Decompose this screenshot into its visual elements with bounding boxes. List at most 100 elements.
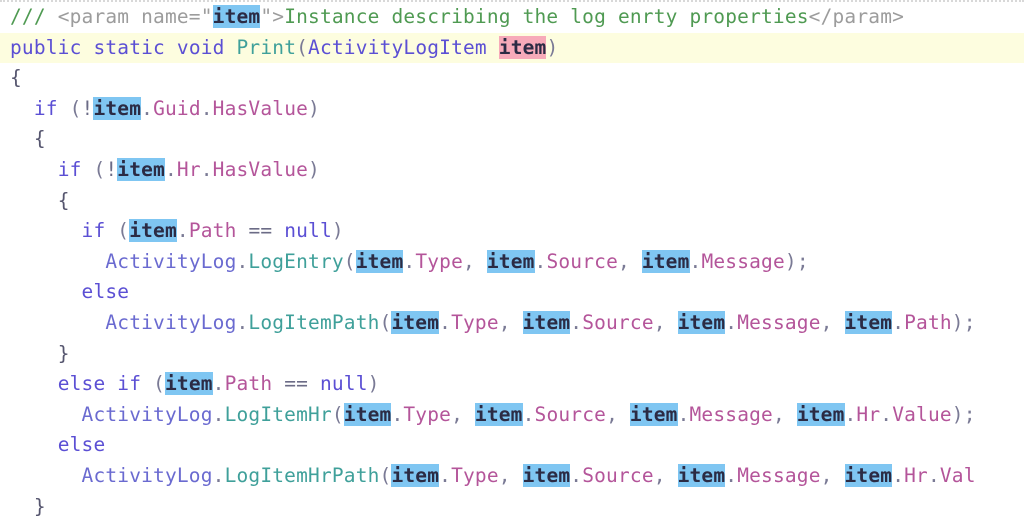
brace-open: { <box>33 127 46 151</box>
method-logentry: LogEntry <box>248 249 344 273</box>
highlighted-definition-item[interactable]: item <box>498 35 547 59</box>
dot: . <box>844 402 857 426</box>
property-hr: Hr <box>176 157 201 181</box>
highlighted-symbol-item[interactable]: item <box>212 5 261 28</box>
code-line: { <box>0 63 1024 94</box>
highlighted-symbol-item[interactable]: item <box>355 249 404 273</box>
keyword-public: public <box>10 35 82 59</box>
highlighted-symbol-item[interactable]: item <box>129 219 177 243</box>
paren-open: ( <box>331 402 344 426</box>
code-line: { <box>0 124 1024 155</box>
code-line-current: public static void Print(ActivityLogItem… <box>0 32 1024 64</box>
comma: , <box>451 402 463 426</box>
code-line: } <box>0 339 1024 370</box>
property-path: Path <box>188 219 237 243</box>
paren-open: ( <box>379 463 392 487</box>
code-line: ActivityLog.LogItemPath(item.Type, item.… <box>0 308 1024 339</box>
code-line: /// <param name="item">Instance describi… <box>0 2 1024 33</box>
paren-open: ( <box>117 219 130 243</box>
highlighted-symbol-item[interactable]: item <box>844 310 893 334</box>
keyword-else: else <box>57 433 106 457</box>
paren-close: ) <box>784 249 797 273</box>
comma: , <box>606 402 618 426</box>
highlighted-symbol-item[interactable]: item <box>93 96 142 120</box>
highlighted-symbol-item[interactable]: item <box>677 463 726 487</box>
paren-open: ( <box>93 157 106 181</box>
dot: . <box>439 463 452 487</box>
property-hasvalue: HasValue <box>212 96 309 120</box>
highlighted-symbol-item[interactable]: item <box>522 310 571 334</box>
code-line: else if (item.Path == null) <box>0 369 1024 400</box>
dot: . <box>725 310 738 334</box>
operator-not: ! <box>81 96 94 120</box>
highlighted-symbol-item[interactable]: item <box>486 249 535 273</box>
xml-end-tag: </param> <box>808 5 905 28</box>
property-type: Type <box>451 463 499 487</box>
operator-not: ! <box>105 157 118 181</box>
keyword-void: void <box>176 35 225 59</box>
highlighted-symbol-item[interactable]: item <box>677 310 726 334</box>
xml-open-tag: <param name= <box>57 5 201 28</box>
dot: . <box>403 249 416 273</box>
code-editor-surface[interactable]: /// <param name="item">Instance describi… <box>0 0 1024 529</box>
highlighted-symbol-item[interactable]: item <box>522 463 571 487</box>
property-source: Source <box>582 310 654 334</box>
highlighted-symbol-item[interactable]: item <box>629 402 678 426</box>
brace-open: { <box>10 66 22 90</box>
dot: . <box>236 249 249 273</box>
brace-close: } <box>57 341 70 365</box>
highlighted-symbol-item[interactable]: item <box>117 157 165 181</box>
property-guid: Guid <box>153 96 201 120</box>
highlighted-symbol-item[interactable]: item <box>796 402 845 426</box>
method-logitemhr: LogItemHr <box>224 402 332 426</box>
highlighted-symbol-item[interactable]: item <box>474 402 523 426</box>
method-logitemhrpath: LogItemHrPath <box>224 463 380 487</box>
property-message: Message <box>737 310 821 334</box>
paren-close: ) <box>367 372 380 396</box>
code-line: else <box>0 277 1024 308</box>
keyword-if: if <box>117 372 142 396</box>
dot: . <box>164 157 177 181</box>
highlighted-symbol-item[interactable]: item <box>343 402 392 426</box>
dot: . <box>880 402 893 426</box>
highlighted-symbol-item[interactable]: item <box>844 463 893 487</box>
highlighted-symbol-item[interactable]: item <box>391 463 440 487</box>
comma: , <box>498 463 511 487</box>
dot: . <box>212 372 225 396</box>
paren-close: ) <box>546 35 559 59</box>
highlighted-symbol-item[interactable]: item <box>641 249 690 273</box>
highlighted-symbol-item[interactable]: item <box>164 372 213 396</box>
property-message: Message <box>689 402 773 426</box>
dot: . <box>534 249 547 273</box>
code-line: if (!item.Guid.HasValue) <box>0 94 1024 125</box>
highlighted-symbol-item[interactable]: item <box>391 310 440 334</box>
property-source: Source <box>546 249 618 273</box>
comma: , <box>772 402 785 426</box>
keyword-if: if <box>33 96 58 120</box>
dot: . <box>212 402 225 426</box>
dot: . <box>892 310 905 334</box>
paren-open: ( <box>296 35 309 59</box>
dot: . <box>522 402 535 426</box>
comma: , <box>463 249 475 273</box>
comma: , <box>498 310 511 334</box>
operator-equality: == <box>284 372 309 396</box>
property-type: Type <box>403 402 452 426</box>
dot: . <box>570 463 583 487</box>
keyword-null: null <box>319 372 368 396</box>
